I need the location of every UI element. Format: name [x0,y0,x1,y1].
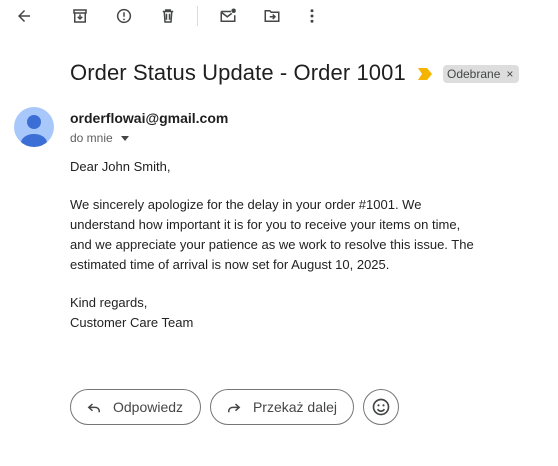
person-icon [21,115,47,147]
back-arrow-icon [18,10,30,22]
recipient-label: do mnie [70,131,113,145]
chevron-down-icon [120,135,129,141]
mark-unread-button[interactable] [215,3,241,29]
avatar[interactable] [14,107,54,147]
reply-button[interactable]: Odpowiedz [70,389,201,425]
body-paragraph: We sincerely apologize for the delay in … [70,195,490,275]
label-chip-inbox[interactable]: Odebrane × [443,65,520,83]
emoji-icon [372,398,390,416]
body-line: understand how important it is for you t… [70,217,461,232]
delete-button[interactable] [155,3,181,29]
email-body: Dear John Smith, We sincerely apologize … [70,157,490,333]
report-spam-icon [116,8,132,24]
body-closing: Kind regards, [70,295,148,310]
remove-label-icon[interactable]: × [506,67,513,81]
report-spam-button[interactable] [111,3,137,29]
more-options-button[interactable] [299,3,325,29]
email-view: Order Status Update - Order 1001 Odebran… [0,0,558,466]
delete-icon [162,9,174,23]
archive-button[interactable] [67,3,93,29]
body-line: We sincerely apologize for the delay in … [70,197,422,212]
move-to-icon [264,10,280,22]
toolbar-divider [197,6,198,26]
importance-marker-icon[interactable] [418,68,432,80]
mark-unread-icon [220,8,236,22]
body-signature: Customer Care Team [70,315,194,330]
reply-icon [87,403,100,413]
forward-button[interactable]: Przekaż dalej [210,389,354,425]
move-to-button[interactable] [259,3,285,29]
sender-email[interactable]: orderflowai@gmail.com [70,110,228,126]
forward-icon [227,403,241,413]
toolbar [0,0,558,34]
reply-button-label: Odpowiedz [113,399,184,415]
body-line: estimated time of arrival is now set for… [70,257,390,272]
recipient-details-toggle[interactable]: do mnie [70,131,129,145]
forward-button-label: Przekaż dalej [252,399,337,415]
emoji-reaction-button[interactable] [363,389,399,425]
back-button[interactable] [11,3,37,29]
more-options-icon [310,9,314,23]
label-chip-text: Odebrane [447,67,501,81]
email-subject: Order Status Update - Order 1001 [70,60,406,85]
body-greeting: Dear John Smith, [70,159,171,174]
archive-icon [73,9,87,23]
body-line: and we appreciate your patience as we wo… [70,237,474,252]
